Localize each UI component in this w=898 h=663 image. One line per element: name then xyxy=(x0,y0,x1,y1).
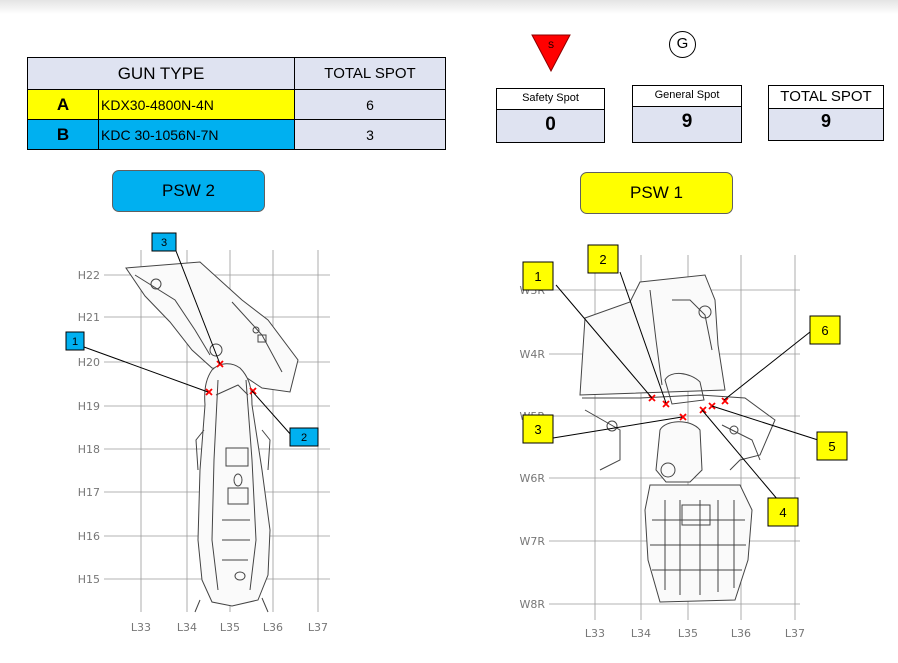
grid-col-label: L36 xyxy=(263,621,283,634)
grid-row-label: H20 xyxy=(78,356,100,369)
psw2-part-drawing xyxy=(125,261,299,613)
callout-number: 3 xyxy=(161,237,167,249)
grid-row-label: H21 xyxy=(78,311,100,324)
grid-col-label: L36 xyxy=(731,627,751,640)
grid-row-label: H17 xyxy=(78,486,100,499)
callout-number: 3 xyxy=(534,422,541,437)
grid-col-label: L33 xyxy=(131,621,151,634)
callout-number: 2 xyxy=(599,252,606,267)
grid-row-label: H15 xyxy=(78,573,100,586)
weld-spot-mark xyxy=(699,406,707,414)
grid-row-label: W7R xyxy=(519,535,545,548)
grid-row-label: W6R xyxy=(519,472,545,485)
grid-col-label: L33 xyxy=(585,627,605,640)
callout-number: 4 xyxy=(779,505,786,520)
psw1-callout-6: 6 xyxy=(723,315,841,401)
grid-row-label: H18 xyxy=(78,443,100,456)
psw2-diagram: H22H21H20H19H18H17H16H15L33 L34 L35 L36 L37 … xyxy=(65,232,330,634)
grid-col-label: L37 xyxy=(308,621,328,634)
grid-col-label: L35 xyxy=(678,627,698,640)
callout-number: 1 xyxy=(534,269,541,284)
grid-col-label: L34 xyxy=(177,621,197,634)
callout-number: 5 xyxy=(828,439,835,454)
grid-row-label: W4R xyxy=(519,348,545,361)
psw1-part-drawing xyxy=(579,274,776,603)
callout-number: 6 xyxy=(821,323,828,338)
psw1-callout-3: 3 xyxy=(522,414,683,444)
weld-diagrams: H22H21H20H19H18H17H16H15L33 L34 L35 L36 L37 … xyxy=(65,232,848,640)
grid-row-label: H22 xyxy=(78,269,100,282)
psw1-diagram: W3RW4RW5RW6RW7RW8RL33L34L35L36L37 1 xyxy=(519,244,848,640)
callout-number: 1 xyxy=(72,336,78,348)
callout-number: 2 xyxy=(301,432,307,444)
grid-col-label: L35 xyxy=(220,621,240,634)
grid-row-label: H19 xyxy=(78,400,100,413)
psw1-callout-5: 5 xyxy=(711,405,848,461)
grid-row-label: H16 xyxy=(78,530,100,543)
grid-col-label: L37 xyxy=(785,627,805,640)
grid-col-label: L34 xyxy=(631,627,651,640)
psw2-callout-2: 2 xyxy=(251,390,319,447)
grid-row-label: W8R xyxy=(519,598,545,611)
